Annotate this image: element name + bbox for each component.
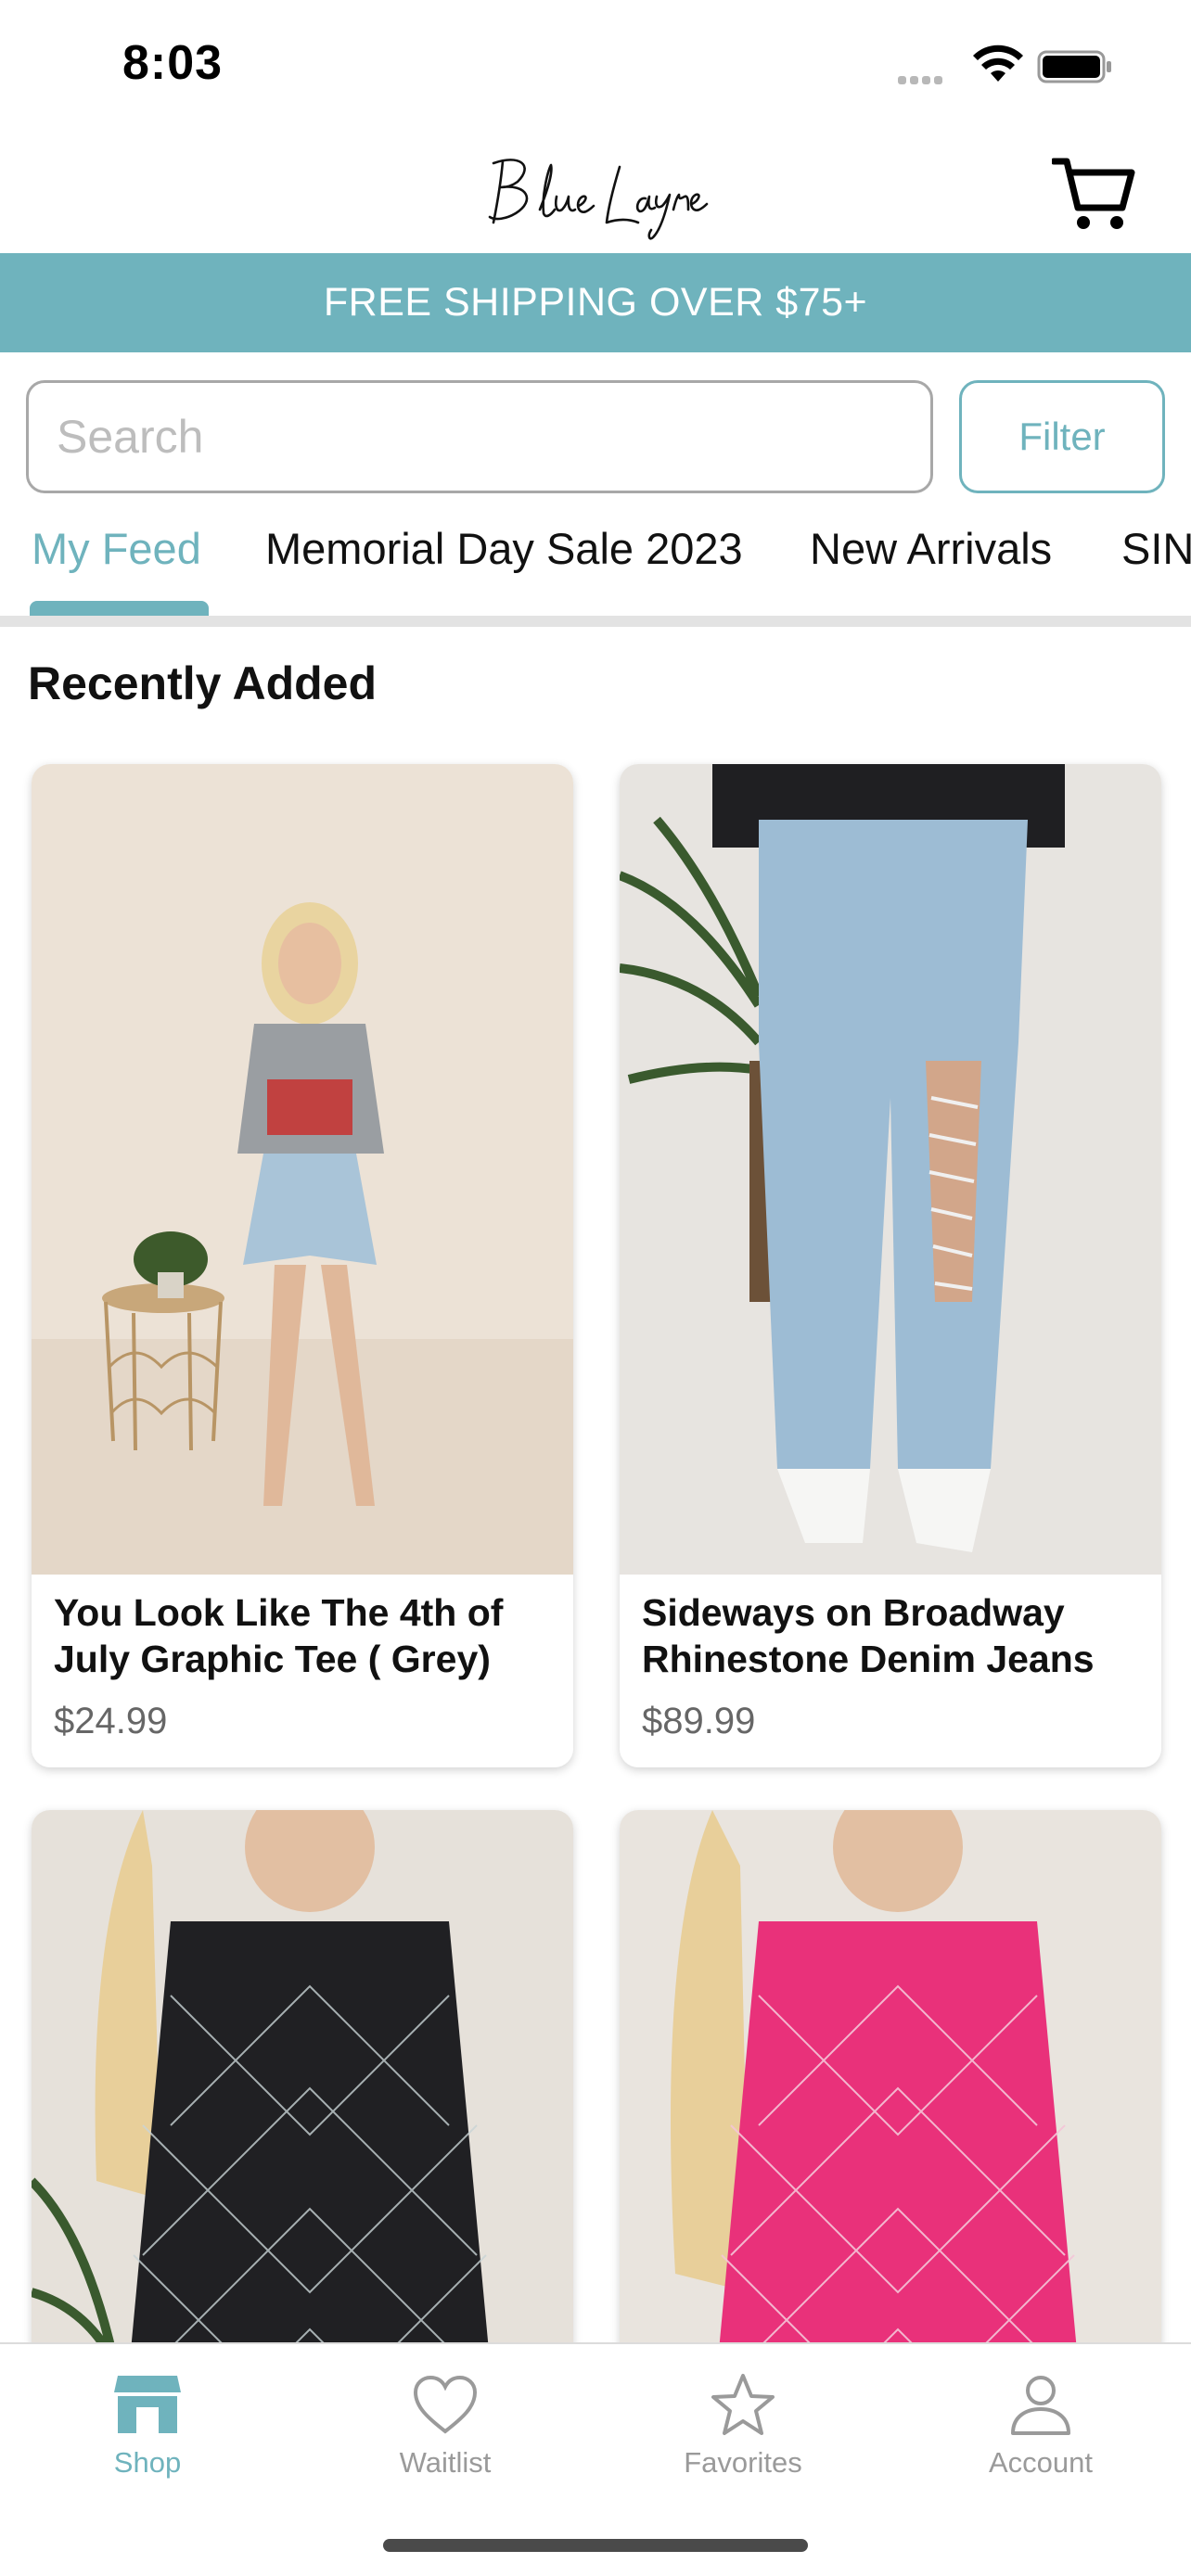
star-icon (711, 2374, 775, 2435)
status-bar: 8:03 (0, 0, 1191, 130)
nav-label: Favorites (684, 2446, 802, 2479)
nav-favorites[interactable]: Favorites (650, 2372, 836, 2480)
product-image[interactable] (620, 764, 1161, 1575)
cart-icon[interactable] (1052, 154, 1135, 232)
storefront-icon (114, 2376, 181, 2433)
search-input[interactable] (57, 410, 930, 464)
home-indicator[interactable] (383, 2539, 808, 2552)
promo-text: FREE SHIPPING OVER $75+ (323, 280, 868, 325)
nav-label: Shop (113, 2446, 182, 2479)
tabs-divider (0, 616, 1191, 627)
tab-memorial-day-sale[interactable]: Memorial Day Sale 2023 (265, 523, 743, 619)
brand-logo[interactable] (482, 145, 709, 247)
heart-icon (413, 2375, 478, 2434)
person-icon (1011, 2376, 1070, 2435)
battery-icon (1037, 50, 1111, 83)
tab-sin[interactable]: SIN (1121, 523, 1191, 619)
nav-account[interactable]: Account (948, 2372, 1133, 2480)
filter-button[interactable]: Filter (959, 380, 1165, 493)
search-box[interactable] (26, 380, 933, 493)
product-image[interactable] (32, 764, 573, 1575)
wifi-icon (973, 45, 1023, 82)
nav-shop[interactable]: Shop (55, 2372, 240, 2480)
nav-label: Account (988, 2446, 1093, 2479)
nav-label: Waitlist (399, 2446, 492, 2479)
product-card[interactable]: Sideways on Broadway Rhinestone Denim Je… (620, 764, 1161, 1767)
tab-new-arrivals[interactable]: New Arrivals (810, 523, 1052, 619)
active-tab-indicator (30, 601, 209, 616)
nav-waitlist[interactable]: Waitlist (352, 2372, 538, 2480)
app-header (0, 130, 1191, 253)
cellular-signal-icon (898, 72, 946, 89)
product-card[interactable]: You Look Like The 4th of July Graphic Te… (32, 764, 573, 1767)
product-name[interactable]: You Look Like The 4th of July Graphic Te… (54, 1589, 555, 1682)
product-name[interactable]: Sideways on Broadway Rhinestone Denim Je… (642, 1589, 1143, 1682)
status-time: 8:03 (122, 36, 224, 90)
product-price: $24.99 (54, 1701, 168, 1741)
promo-banner: FREE SHIPPING OVER $75+ (0, 253, 1191, 352)
product-price: $89.99 (642, 1701, 756, 1741)
section-title: Recently Added (28, 657, 378, 709)
